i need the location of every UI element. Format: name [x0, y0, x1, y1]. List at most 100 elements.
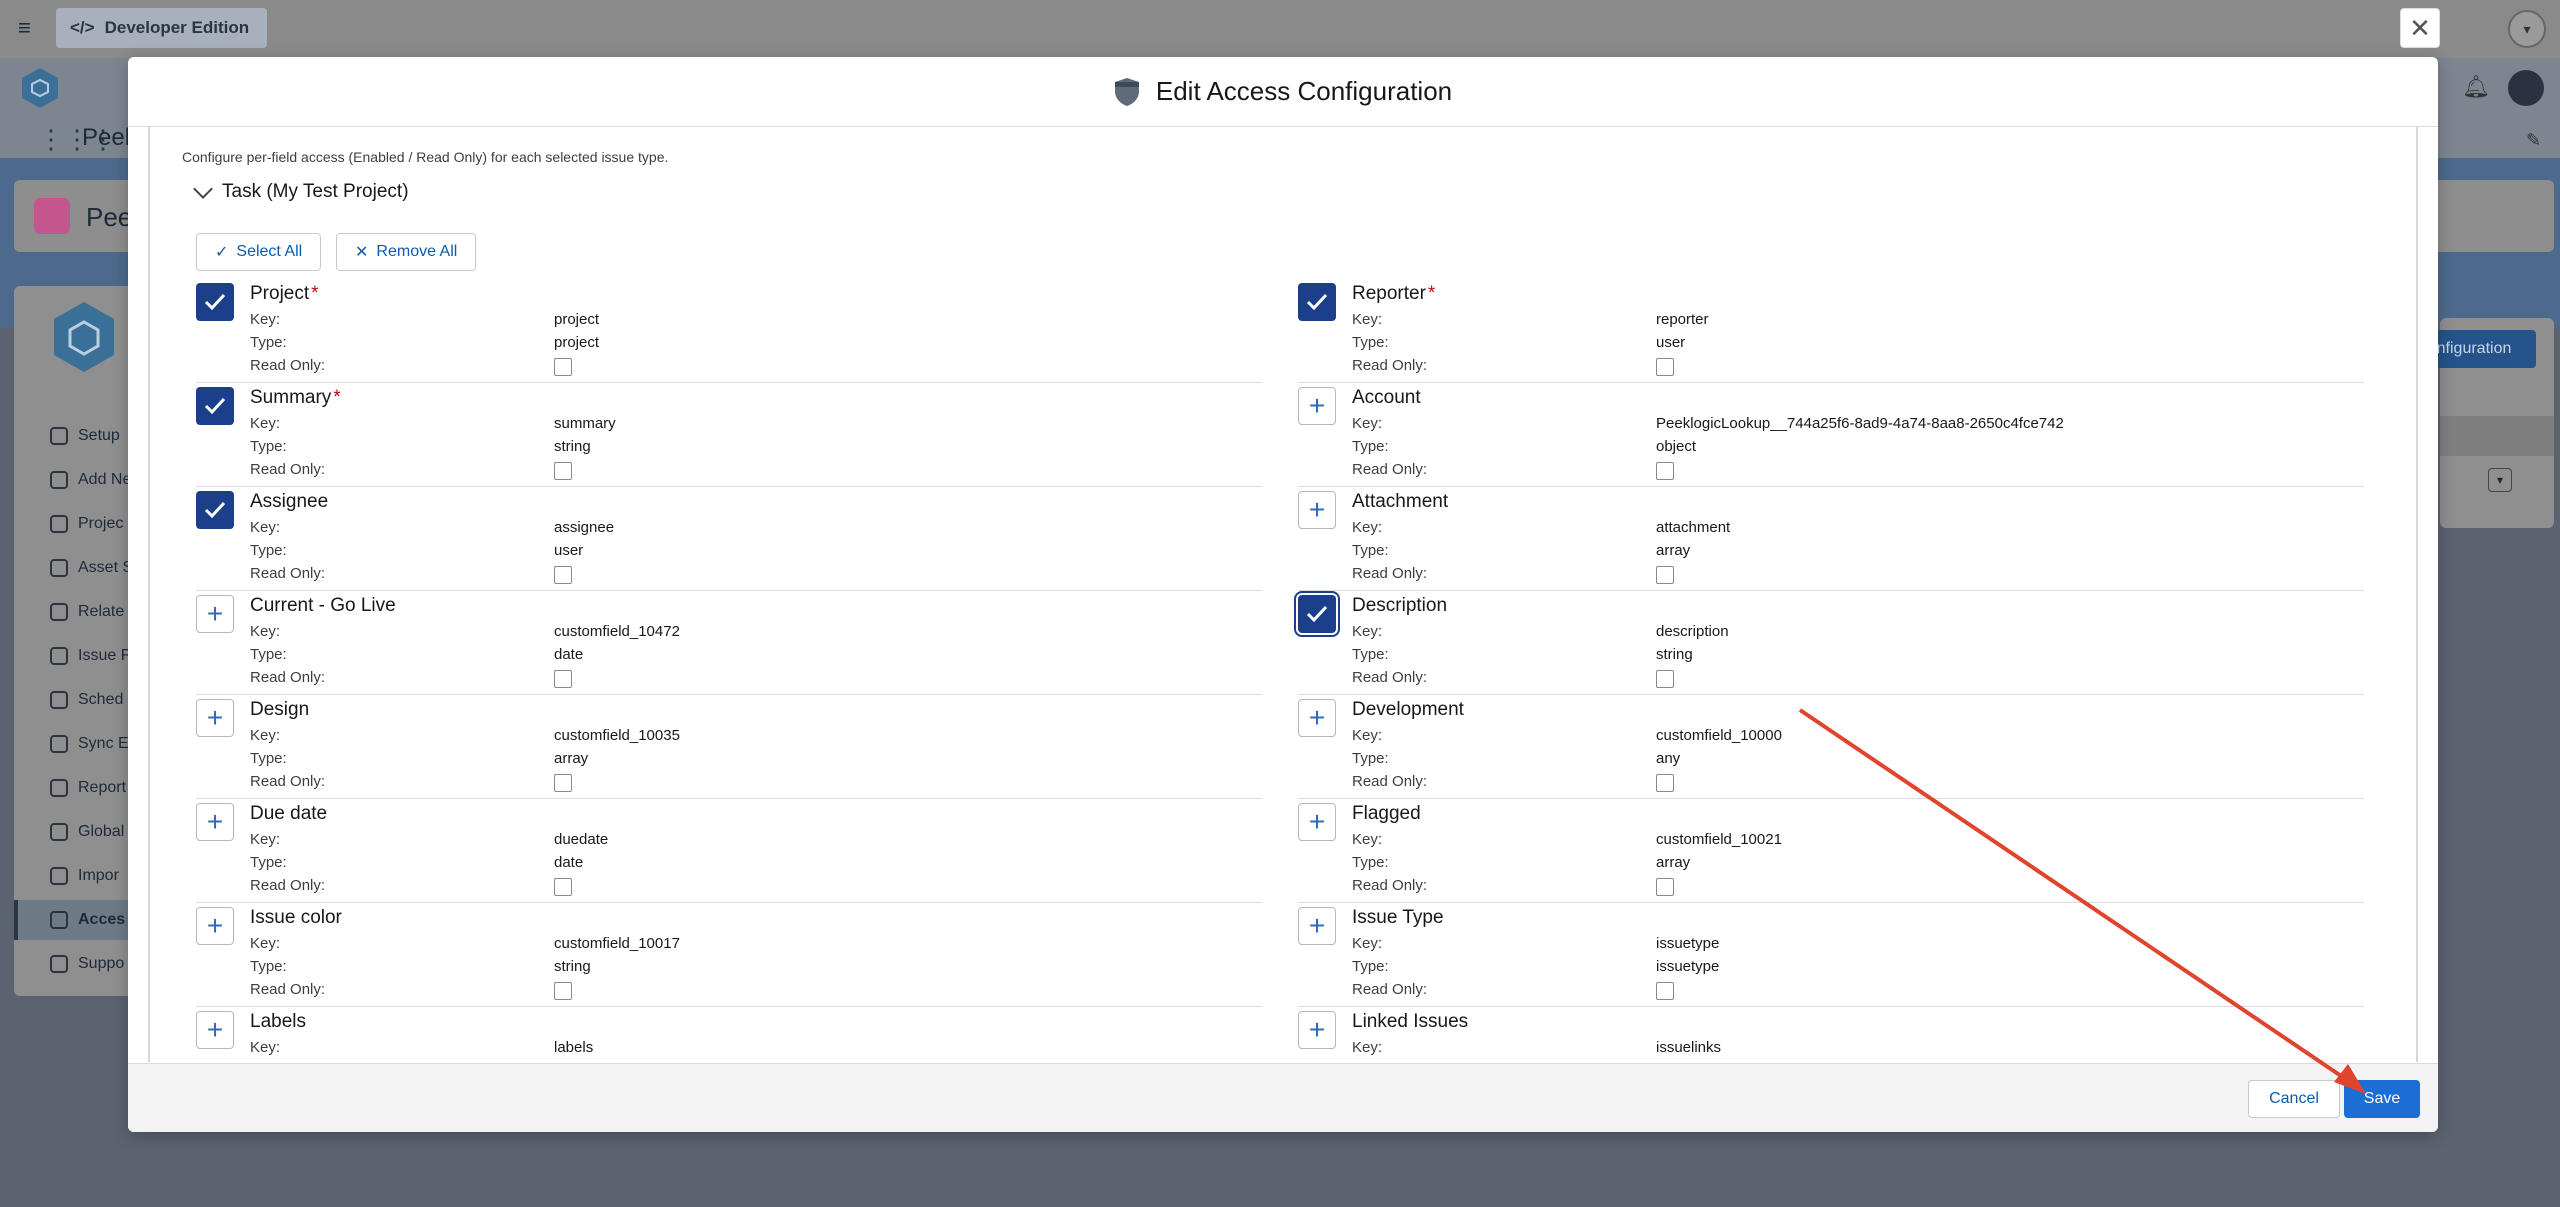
field-add-button[interactable]: +: [196, 699, 234, 737]
nav-item-asset[interactable]: Asset S: [50, 559, 133, 577]
plus-icon: +: [206, 702, 224, 733]
field-label: Read Only:: [1352, 461, 1428, 478]
read-only-checkbox[interactable]: [554, 774, 572, 792]
field-label: Key:: [1352, 727, 1383, 744]
field-label: Key:: [1352, 935, 1383, 952]
field-name-text: Summary: [250, 387, 332, 408]
read-only-checkbox[interactable]: [1656, 774, 1674, 792]
read-only-checkbox[interactable]: [1656, 670, 1674, 688]
issue-type-section-toggle[interactable]: Task (My Test Project): [193, 179, 409, 203]
nav-item-sync[interactable]: Sync E: [50, 735, 129, 753]
field-enabled-checkbox[interactable]: [196, 283, 234, 321]
field-label: Type:: [1352, 438, 1389, 455]
field-name: Labels: [250, 1011, 308, 1033]
field-add-button[interactable]: +: [1298, 1011, 1336, 1049]
field-value: date: [554, 646, 584, 663]
field-label: Read Only:: [1352, 981, 1428, 998]
nav-item-global[interactable]: Global: [50, 823, 124, 841]
plus-icon: +: [206, 910, 224, 941]
row-actions-chevron-icon[interactable]: ▾: [2488, 468, 2512, 492]
field-row: + Current - Go Live Key: customfield_10472 T…: [196, 591, 1262, 695]
nav-item-projects[interactable]: Projec: [50, 515, 123, 533]
field-label: Read Only:: [250, 461, 326, 478]
field-row: + Attachment Key: attachment Type: array Read …: [1298, 487, 2364, 591]
field-name-text: Reporter: [1352, 283, 1426, 304]
read-only-checkbox[interactable]: [1656, 358, 1674, 376]
user-menu-chevron-icon[interactable]: ▾: [2508, 10, 2546, 48]
field-name: Assignee: [250, 491, 330, 513]
read-only-checkbox[interactable]: [554, 358, 572, 376]
field-add-button[interactable]: +: [196, 1011, 234, 1049]
field-add-button[interactable]: +: [1298, 907, 1336, 945]
nav-item-import[interactable]: Impor: [50, 867, 119, 885]
field-name-text: Labels: [250, 1011, 306, 1032]
alarm-clock-icon: [34, 198, 70, 234]
read-only-checkbox[interactable]: [554, 462, 572, 480]
field-enabled-checkbox[interactable]: [1298, 283, 1336, 321]
field-row: + Issue Type Key: issuetype Type: issuetype Re…: [1298, 903, 2364, 1007]
developer-edition-badge[interactable]: </> Developer Edition: [56, 8, 268, 48]
nav-item-issue[interactable]: Issue F: [50, 647, 130, 665]
read-only-checkbox[interactable]: [1656, 566, 1674, 584]
field-label: Key:: [1352, 519, 1383, 536]
read-only-checkbox[interactable]: [554, 982, 572, 1000]
edit-nav-pencil-icon[interactable]: ✎: [2526, 130, 2541, 151]
select-all-button[interactable]: ✓ Select All: [196, 233, 322, 271]
field-label: Read Only:: [1352, 565, 1428, 582]
brand-logo-icon: [22, 68, 58, 108]
field-value: summary: [554, 415, 616, 432]
field-label: Type:: [250, 542, 287, 559]
field-add-button[interactable]: +: [196, 595, 234, 633]
field-add-button[interactable]: +: [1298, 387, 1336, 425]
plus-icon: +: [1308, 910, 1326, 941]
read-only-checkbox[interactable]: [554, 566, 572, 584]
read-only-checkbox[interactable]: [1656, 982, 1674, 1000]
nav-item-reports[interactable]: Report: [50, 779, 126, 797]
shield-icon: [1114, 77, 1139, 106]
field-value: PeeklogicLookup__744a25f6-8ad9-4a74-8aa8…: [1656, 415, 2064, 432]
user-avatar[interactable]: [2508, 70, 2544, 106]
table-header-row: [2440, 416, 2554, 456]
plus-icon: +: [206, 598, 224, 629]
field-enabled-checkbox[interactable]: [196, 491, 234, 529]
field-label: Type:: [1352, 958, 1389, 975]
field-add-button[interactable]: +: [196, 803, 234, 841]
menu-icon[interactable]: ≡: [18, 17, 40, 39]
nav-item-support[interactable]: Suppo: [50, 955, 124, 973]
nav-item-related[interactable]: Relate: [50, 603, 124, 621]
field-label: Key:: [250, 415, 281, 432]
modal-header: Edit Access Configuration: [128, 57, 2438, 127]
read-only-checkbox[interactable]: [1656, 462, 1674, 480]
field-row: + Development Key: customfield_10000 Type: an…: [1298, 695, 2364, 799]
field-add-button[interactable]: +: [196, 907, 234, 945]
field-add-button[interactable]: +: [1298, 491, 1336, 529]
field-add-button[interactable]: +: [1298, 699, 1336, 737]
clock-icon: [50, 471, 68, 489]
field-enabled-checkbox[interactable]: [196, 387, 234, 425]
field-label: Key:: [1352, 311, 1383, 328]
developer-edition-label: Developer Edition: [104, 18, 250, 37]
nav-item-add-new[interactable]: Add Ne: [50, 471, 131, 489]
nav-item-setup[interactable]: Setup: [50, 427, 120, 445]
field-name-text: Account: [1352, 387, 1421, 408]
read-only-checkbox[interactable]: [554, 670, 572, 688]
field-enabled-checkbox[interactable]: [1294, 591, 1340, 637]
edit-access-configuration-modal: Edit Access Configuration Configure per-…: [128, 57, 2438, 1132]
nav-item-schedule[interactable]: Sched: [50, 691, 123, 709]
nav-item-access[interactable]: Acces: [50, 911, 125, 929]
remove-all-button[interactable]: ✕ Remove All: [336, 233, 477, 271]
cancel-button[interactable]: Cancel: [2248, 1080, 2340, 1118]
globe-icon: [50, 823, 68, 841]
field-value: array: [554, 750, 589, 767]
read-only-checkbox[interactable]: [1656, 878, 1674, 896]
field-value: date: [554, 854, 584, 871]
field-name-text: Assignee: [250, 491, 329, 512]
field-add-button[interactable]: +: [1298, 803, 1336, 841]
modal-close-button[interactable]: ✕: [2400, 8, 2440, 48]
read-only-checkbox[interactable]: [554, 878, 572, 896]
save-button[interactable]: Save: [2344, 1080, 2420, 1118]
notification-bell-icon[interactable]: 🔔︎: [2462, 74, 2490, 100]
section-title: Task (My Test Project): [222, 181, 409, 202]
field-value: array: [1656, 854, 1691, 871]
close-icon: ✕: [355, 244, 369, 261]
